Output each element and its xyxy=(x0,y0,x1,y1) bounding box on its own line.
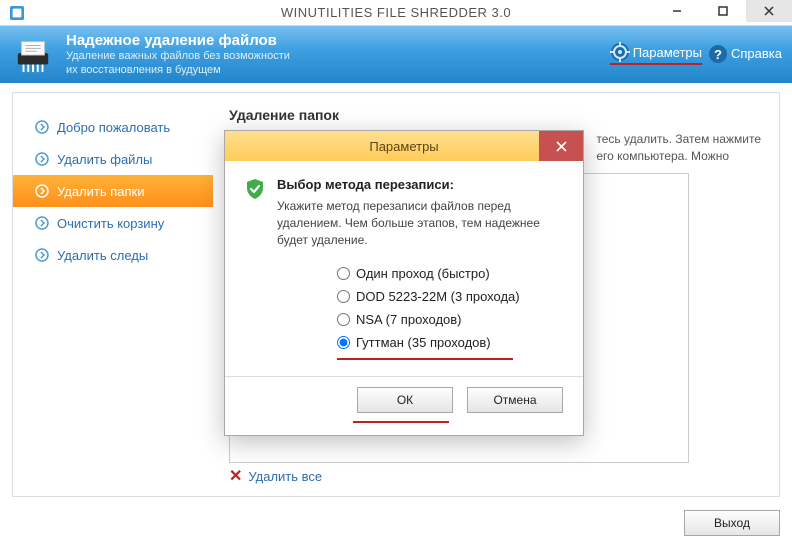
sidebar-item-label: Добро пожаловать xyxy=(57,120,170,135)
dialog-description: Укажите метод перезаписи файлов перед уд… xyxy=(277,198,565,248)
app-icon xyxy=(10,6,24,20)
shredder-icon xyxy=(14,36,52,74)
settings-dialog: Параметры Выбор метода перезаписи: Укажи… xyxy=(224,130,584,436)
cancel-button[interactable]: Отмена xyxy=(467,387,563,413)
dialog-heading: Выбор метода перезаписи: xyxy=(277,177,565,192)
footer: Выход xyxy=(12,505,780,541)
sidebar-item-empty-recycle[interactable]: Очистить корзину xyxy=(13,207,213,239)
window-title: WINUTILITIES FILE SHREDDER 3.0 xyxy=(281,5,511,20)
minimize-button[interactable] xyxy=(654,0,700,22)
svg-text:?: ? xyxy=(714,47,722,62)
header-text: Надежное удаление файлов Удаление важных… xyxy=(66,32,290,78)
sidebar-item-label: Удалить папки xyxy=(57,184,145,199)
chevron-right-icon xyxy=(35,216,49,230)
sidebar-item-label: Очистить корзину xyxy=(57,216,164,231)
sidebar-item-label: Удалить следы xyxy=(57,248,148,263)
header-subtitle-2: их восстановления в будущем xyxy=(66,64,290,78)
close-icon xyxy=(556,141,567,152)
delete-all-link[interactable]: ✕ Удалить все xyxy=(229,466,322,486)
close-button[interactable] xyxy=(746,0,792,22)
radio-dod[interactable]: DOD 5223-22M (3 прохода) xyxy=(337,289,565,304)
chevron-right-icon xyxy=(35,184,49,198)
ok-button[interactable]: ОК xyxy=(357,387,453,413)
sidebar: Добро пожаловать Удалить файлы Удалить п… xyxy=(13,93,213,496)
bottom-links: ✕ Удалить все xyxy=(229,466,322,486)
delete-all-label: Удалить все xyxy=(248,469,322,484)
radio-gutmann[interactable]: Гуттман (35 проходов) xyxy=(337,335,565,350)
dialog-titlebar: Параметры xyxy=(225,131,583,161)
header-links: Параметры ? Справка xyxy=(610,42,782,65)
shield-icon xyxy=(243,177,267,201)
annotation-underline-ok xyxy=(353,421,449,423)
exit-button[interactable]: Выход xyxy=(684,510,780,536)
window-controls xyxy=(654,0,792,22)
dialog-body: Выбор метода перезаписи: Укажите метод п… xyxy=(225,161,583,435)
titlebar: WINUTILITIES FILE SHREDDER 3.0 xyxy=(0,0,792,26)
sidebar-item-delete-folders[interactable]: Удалить папки xyxy=(13,175,213,207)
header-title: Надежное удаление файлов xyxy=(66,32,290,49)
sidebar-item-label: Удалить файлы xyxy=(57,152,152,167)
section-title: Удаление папок xyxy=(229,107,763,123)
hint-text: тесь удалить. Затем нажмите его компьюте… xyxy=(596,131,761,165)
radio-nsa[interactable]: NSA (7 проходов) xyxy=(337,312,565,327)
gear-icon xyxy=(610,42,630,62)
sidebar-item-delete-files[interactable]: Удалить файлы xyxy=(13,143,213,175)
help-icon: ? xyxy=(708,44,728,64)
sidebar-item-delete-traces[interactable]: Удалить следы xyxy=(13,239,213,271)
sidebar-item-welcome[interactable]: Добро пожаловать xyxy=(13,111,213,143)
header-subtitle-1: Удаление важных файлов без возможности xyxy=(66,50,290,64)
params-link-label: Параметры xyxy=(633,45,702,60)
x-icon: ✕ xyxy=(229,466,242,486)
dialog-buttons: ОК Отмена xyxy=(243,387,565,419)
params-link[interactable]: Параметры xyxy=(610,42,702,65)
radio-one-pass[interactable]: Один проход (быстро) xyxy=(337,266,565,281)
header-banner: Надежное удаление файлов Удаление важных… xyxy=(0,26,792,83)
dialog-title: Параметры xyxy=(369,139,438,154)
overwrite-method-group: Один проход (быстро) DOD 5223-22M (3 про… xyxy=(337,266,565,350)
annotation-underline xyxy=(337,358,513,360)
maximize-button[interactable] xyxy=(700,0,746,22)
chevron-right-icon xyxy=(35,152,49,166)
separator xyxy=(225,376,583,377)
chevron-right-icon xyxy=(35,248,49,262)
help-link-label: Справка xyxy=(731,46,782,61)
dialog-close-button[interactable] xyxy=(539,131,583,161)
chevron-right-icon xyxy=(35,120,49,134)
help-link[interactable]: ? Справка xyxy=(708,44,782,64)
